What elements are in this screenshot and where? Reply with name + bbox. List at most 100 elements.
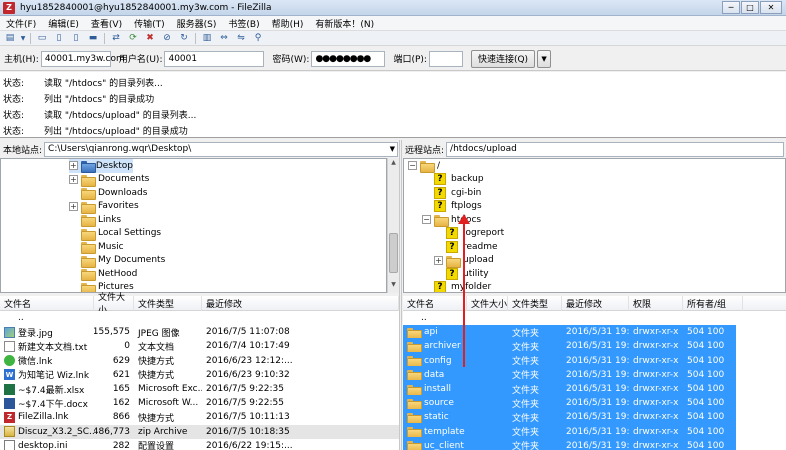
folder-row-selected[interactable]: static 文件夹 2016/5/31 19:... drwxr-xr-x 504 1… — [403, 410, 736, 425]
local-tree-item-downloads[interactable]: Downloads — [69, 186, 386, 201]
folder-row-selected[interactable]: install 文件夹 2016/5/31 19:... drwxr-xr-x 504 … — [403, 381, 736, 397]
expand-spacer — [69, 256, 78, 265]
remote-tree-item-cgi-bin[interactable]: ? cgi-bin — [408, 186, 785, 200]
process-queue-icon[interactable]: ⟳ — [126, 32, 140, 44]
col-filetype[interactable]: 文件类型 — [134, 295, 202, 311]
file-row[interactable]: Z FileZilla.lnk 866 快捷方式 2016/7/5 10:11:13 — [0, 410, 399, 424]
compare-icon[interactable]: ⇔ — [217, 32, 231, 44]
local-tree-item-documents[interactable]: + Documents — [69, 173, 386, 187]
col-filename[interactable]: 文件名 — [403, 295, 467, 311]
filter-icon[interactable]: ▥ — [200, 32, 214, 44]
scroll-down-icon[interactable]: ▼ — [388, 281, 399, 292]
minimize-button[interactable]: ─ — [722, 1, 740, 14]
expand-icon[interactable]: + — [69, 201, 78, 211]
file-modified: 2016/5/31 19:... — [566, 327, 629, 338]
menu-view[interactable]: 查看(V) — [85, 17, 128, 30]
local-tree-item-favorites[interactable]: + Favorites — [69, 200, 386, 214]
local-path-dropdown-icon[interactable]: ▼ — [390, 145, 395, 153]
file-row[interactable]: ~$7.4下午.docx 162 Microsoft W... 2016/7/5 9:… — [0, 396, 399, 410]
remote-path-input[interactable]: /htdocs/upload — [446, 141, 785, 157]
cancel-icon[interactable]: ✖ — [143, 32, 157, 44]
folder-row-selected[interactable]: api 文件夹 2016/5/31 19:... drwxr-xr-x 504 100 — [403, 325, 736, 340]
toggle-log-icon[interactable]: ▭ — [35, 32, 49, 44]
menu-new-version[interactable]: 有新版本！(N) — [309, 17, 380, 30]
expand-icon[interactable]: + — [434, 255, 443, 265]
remote-tree-item-backup[interactable]: ? backup — [408, 173, 785, 187]
col-owner[interactable]: 所有者/组 — [683, 295, 743, 311]
menu-help[interactable]: 帮助(H) — [266, 17, 310, 30]
local-tree-scrollbar[interactable]: ▲ ▼ — [387, 158, 399, 293]
local-tree-item-my-documents[interactable]: My Documents — [69, 254, 386, 268]
local-tree-item-local-settings[interactable]: Local Settings — [69, 227, 386, 241]
remote-tree-item-root[interactable]: − / — [408, 159, 785, 174]
file-owner: 504 100 — [687, 398, 725, 409]
collapse-icon[interactable]: − — [422, 215, 431, 225]
file-row[interactable]: desktop.ini 282 配置设置 2016/6/22 19:15:... — [0, 439, 399, 450]
username-input[interactable]: 40001 — [164, 50, 265, 67]
col-filename[interactable]: 文件名 — [0, 295, 94, 311]
col-filetype[interactable]: 文件类型 — [508, 295, 562, 311]
col-permissions[interactable]: 权限 — [629, 295, 683, 311]
quickconnect-dropdown-icon[interactable]: ▼ — [537, 49, 552, 68]
folder-row-selected[interactable]: uc_client 文件夹 2016/5/31 19:... drwxr-xr-x 50… — [403, 438, 736, 450]
expand-icon[interactable]: + — [69, 161, 78, 171]
menu-transfer[interactable]: 传输(T) — [128, 17, 171, 30]
file-name: source — [424, 398, 454, 409]
local-tree-item-desktop[interactable]: + Desktop — [69, 159, 133, 174]
menu-server[interactable]: 服务器(S) — [171, 17, 223, 30]
disconnect-icon[interactable]: ⊘ — [160, 32, 174, 44]
refresh-icon[interactable]: ⇄ — [109, 32, 123, 44]
expand-icon[interactable]: + — [69, 174, 78, 184]
dropdown-arrow-icon[interactable]: ▼ — [20, 32, 26, 44]
col-modified[interactable]: 最近修改 — [202, 295, 399, 311]
folder-row-selected[interactable]: config 文件夹 2016/5/31 19:... drwxr-xr-x 504 1… — [403, 353, 736, 368]
password-input[interactable]: ●●●●●●●● — [311, 50, 386, 67]
quickconnect-button[interactable]: 快速连接(Q) — [470, 49, 536, 68]
find-icon[interactable]: ⚲ — [251, 32, 265, 44]
scroll-up-icon[interactable]: ▲ — [388, 159, 399, 170]
toggle-queue-icon[interactable]: ▬ — [86, 32, 100, 44]
toggle-remote-tree-icon[interactable]: ▯ — [69, 32, 83, 44]
collapse-icon[interactable]: − — [408, 161, 417, 171]
menu-file[interactable]: 文件(F) — [0, 17, 42, 30]
scrollbar-thumb[interactable] — [389, 233, 398, 273]
folder-icon — [407, 412, 422, 423]
reconnect-icon[interactable]: ↻ — [177, 32, 191, 44]
remote-tree-item-ftplogs[interactable]: ? ftplogs — [408, 200, 785, 214]
port-input[interactable] — [428, 50, 463, 67]
file-row[interactable]: .. — [403, 311, 736, 325]
folder-row-selected[interactable]: template 文件夹 2016/5/31 19:... drwxr-xr-x 504… — [403, 424, 736, 439]
file-name: 微信.lnk — [18, 357, 53, 368]
site-manager-icon[interactable]: ▤ — [3, 32, 17, 44]
filezilla-file-icon: Z — [4, 411, 15, 423]
local-tree-item-music[interactable]: Music — [69, 240, 386, 255]
file-row[interactable]: 登录.jpg 155,575 JPEG 图像 2016/7/5 11:07:08 — [0, 325, 399, 339]
file-row-selected[interactable]: Discuz_X3.2_SC...12,486,773 zip Archive 20… — [0, 424, 399, 439]
file-row[interactable]: ~$7.4最新.xlsx 165 Microsoft Exc... 2016/7/5 … — [0, 382, 399, 396]
local-tree-item-nethood[interactable]: NetHood — [69, 267, 386, 282]
menu-bookmarks[interactable]: 书签(B) — [222, 17, 265, 30]
menu-edit[interactable]: 编辑(E) — [42, 17, 85, 30]
tree-item-label: Favorites — [98, 201, 139, 212]
file-type: 文件夹 — [512, 442, 540, 450]
pane-splitter[interactable] — [399, 140, 402, 450]
maximize-button[interactable]: □ — [741, 1, 759, 14]
file-row[interactable]: 微信.lnk 629 快捷方式 2016/6/23 12:12:... — [0, 354, 399, 368]
folder-row-selected[interactable]: source 文件夹 2016/5/31 19:... drwxr-xr-x 504 1… — [403, 396, 736, 411]
local-tree-item-links[interactable]: Links — [69, 213, 386, 228]
local-path-input[interactable]: C:\Users\qianrong.wqr\Desktop\ ▼ — [44, 141, 399, 157]
sync-browse-icon[interactable]: ⇋ — [234, 32, 248, 44]
col-filesize[interactable]: 文件大小 — [467, 295, 508, 311]
close-button[interactable]: ✕ — [760, 1, 782, 14]
folder-row-selected[interactable]: archiver 文件夹 2016/5/31 19:... drwxr-xr-x 504… — [403, 339, 736, 354]
file-row[interactable]: .. — [0, 311, 399, 325]
col-modified[interactable]: 最近修改 — [562, 295, 629, 311]
folder-icon — [407, 440, 422, 450]
col-filesize[interactable]: 文件大小 — [94, 293, 134, 316]
host-input[interactable]: 40001.my3w.com — [40, 50, 125, 67]
toggle-local-tree-icon[interactable]: ▯ — [52, 32, 66, 44]
file-row[interactable]: W 为知笔记 Wiz.lnk 621 快捷方式 2016/6/23 9:10:32 — [0, 368, 399, 382]
folder-row-selected[interactable]: data 文件夹 2016/5/31 19:... drwxr-xr-x 504 100 — [403, 367, 736, 382]
tree-item-label: Links — [98, 214, 122, 225]
file-row[interactable]: 新建文本文档.txt 0 文本文档 2016/7/4 10:17:49 — [0, 339, 399, 353]
